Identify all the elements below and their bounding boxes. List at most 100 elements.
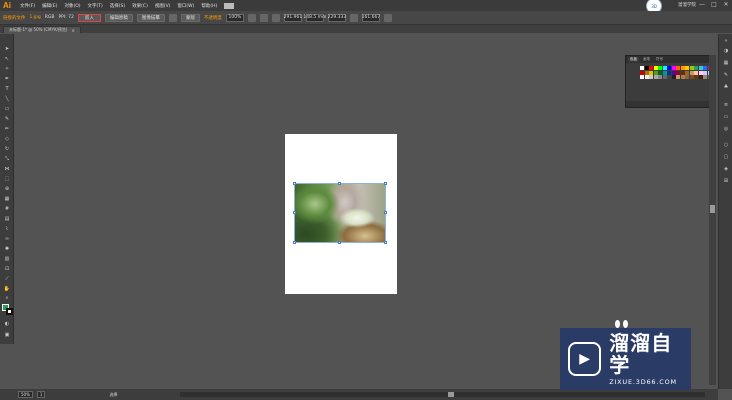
artboards-panel-icon[interactable]: ⊞ [722,178,730,185]
swatch-33[interactable] [644,75,649,79]
swatch-4[interactable] [658,66,662,70]
swatch-38[interactable] [667,75,671,79]
handle-bottom-left[interactable] [293,241,296,244]
swatch-8[interactable] [676,66,680,70]
x-field[interactable]: 291.961 [284,13,302,22]
menu-edit[interactable]: 编辑(E) [42,3,57,9]
swatch-24[interactable] [676,70,680,75]
swatch-3[interactable] [653,66,658,70]
swatch-6[interactable] [667,66,671,70]
swatch-29[interactable] [698,70,703,75]
linked-file-label[interactable]: 链接的文件 [3,14,26,22]
swatch-23[interactable] [671,70,676,75]
swatch-37[interactable] [662,75,667,79]
y-field[interactable]: 148.5 mm [303,13,326,22]
edit-original-button[interactable]: 编辑原稿 [104,13,133,22]
layers-panel-icon[interactable]: ◈ [722,166,730,173]
graph-tool-icon[interactable]: ▥ [3,256,11,262]
brushes-panel-icon[interactable]: ✎ [722,72,730,79]
slice-tool-icon[interactable]: ⟋ [3,276,11,282]
menu-view[interactable]: 视图(V) [155,3,171,9]
tab-brushes[interactable]: 画笔 [641,57,652,62]
status-mode[interactable]: 选择 [109,392,117,398]
swatch-19[interactable] [653,70,658,75]
pen-tool-icon[interactable]: ✒ [3,76,11,82]
swatch-grid[interactable] [640,66,712,100]
transform-icon[interactable] [259,13,268,22]
rectangle-tool-icon[interactable]: ▭ [3,106,11,112]
user-name[interactable]: 溜溜学院 [678,2,696,8]
scale-tool-icon[interactable]: ⤡ [3,156,11,162]
swatch-20[interactable] [658,70,662,75]
screen-mode-icon[interactable]: ▣ [3,332,11,338]
color-mode-icon[interactable]: ◐ [3,321,11,327]
pencil-tool-icon[interactable]: ✏ [3,126,11,132]
handle-top-left[interactable] [293,182,296,185]
swatch-2[interactable] [649,66,653,70]
rotate-tool-icon[interactable]: ↻ [3,146,11,152]
reference-point-icon[interactable] [271,13,280,22]
type-tool-icon[interactable]: T [3,86,11,92]
handle-top-middle[interactable] [338,182,341,185]
swatch-40[interactable] [676,75,680,79]
direct-selection-tool-icon[interactable]: ↖ [3,56,11,62]
menu-effect[interactable]: 效果(C) [132,3,148,9]
handle-middle-right[interactable] [384,211,387,214]
artboard[interactable] [285,134,397,294]
gradient-tool-icon[interactable]: ▤ [3,216,11,222]
swatch-45[interactable] [698,75,703,79]
link-proportions-icon[interactable] [349,13,358,22]
opacity-label[interactable]: 不透明度 [204,14,222,22]
swatch-18[interactable] [649,70,653,75]
menu-type[interactable]: 文字(T) [88,3,103,9]
symbols-panel-icon[interactable]: ♣ [722,84,730,91]
stroke-color-swatch[interactable] [6,308,13,315]
transparency-panel-icon[interactable]: ◎ [722,126,730,133]
image-trace-button[interactable]: 图像描摹 [136,13,165,22]
swatch-43[interactable] [689,75,694,79]
tab-close-icon[interactable]: ✕ [71,28,74,33]
swatch-39[interactable] [671,75,676,79]
swatch-5[interactable] [662,66,667,70]
width-tool-icon[interactable]: ⋈ [3,166,11,172]
swatch-21[interactable] [662,70,667,75]
vertical-scrollbar[interactable] [709,55,716,385]
opacity-field[interactable]: 100% [225,13,244,22]
swatch-27[interactable] [689,70,694,75]
embed-button[interactable]: 嵌入 [77,13,101,22]
placed-image[interactable] [294,183,386,243]
swatch-34[interactable] [649,75,653,79]
height-field[interactable]: 161.667 [362,13,380,22]
swatch-41[interactable] [680,75,685,79]
line-tool-icon[interactable]: ╲ [3,96,11,102]
swatch-17[interactable] [644,70,649,75]
artboard-tool-icon[interactable]: ⊡ [3,266,11,272]
swatch-36[interactable] [658,75,662,79]
handle-middle-left[interactable] [293,211,296,214]
free-transform-tool-icon[interactable]: ⬚ [3,176,11,182]
zoom-tool-icon[interactable]: ⌕ [3,295,11,301]
swatch-1[interactable] [644,66,649,70]
mask-button[interactable]: 蒙版 [180,13,200,22]
graphic-styles-panel-icon[interactable]: ▢ [722,154,730,161]
eyedropper-tool-icon[interactable]: ⌇ [3,226,11,232]
file-name-link[interactable]: 1.jpg [30,14,41,22]
workspace-switcher-icon[interactable] [224,2,235,9]
zoom-field[interactable]: 50% [18,391,33,398]
swatch-22[interactable] [667,70,671,75]
perspective-grid-tool-icon[interactable]: ▦ [3,196,11,202]
menu-help[interactable]: 帮助(H) [201,3,217,9]
shape-builder-tool-icon[interactable]: ⊕ [3,186,11,192]
swatch-25[interactable] [680,70,685,75]
swatch-32[interactable] [640,75,644,79]
eraser-tool-icon[interactable]: ◇ [3,136,11,142]
swatch-0[interactable] [640,66,644,70]
magic-wand-tool-icon[interactable]: ✧ [3,66,11,72]
horizontal-scroll-thumb[interactable] [448,392,454,397]
more-options-icon[interactable] [383,13,392,22]
trace-options-icon[interactable] [168,13,177,22]
swatch-30[interactable] [703,70,707,75]
gradient-panel-icon[interactable]: ▭ [722,114,730,121]
menu-object[interactable]: 对象(O) [64,3,80,9]
swatch-28[interactable] [694,70,698,75]
